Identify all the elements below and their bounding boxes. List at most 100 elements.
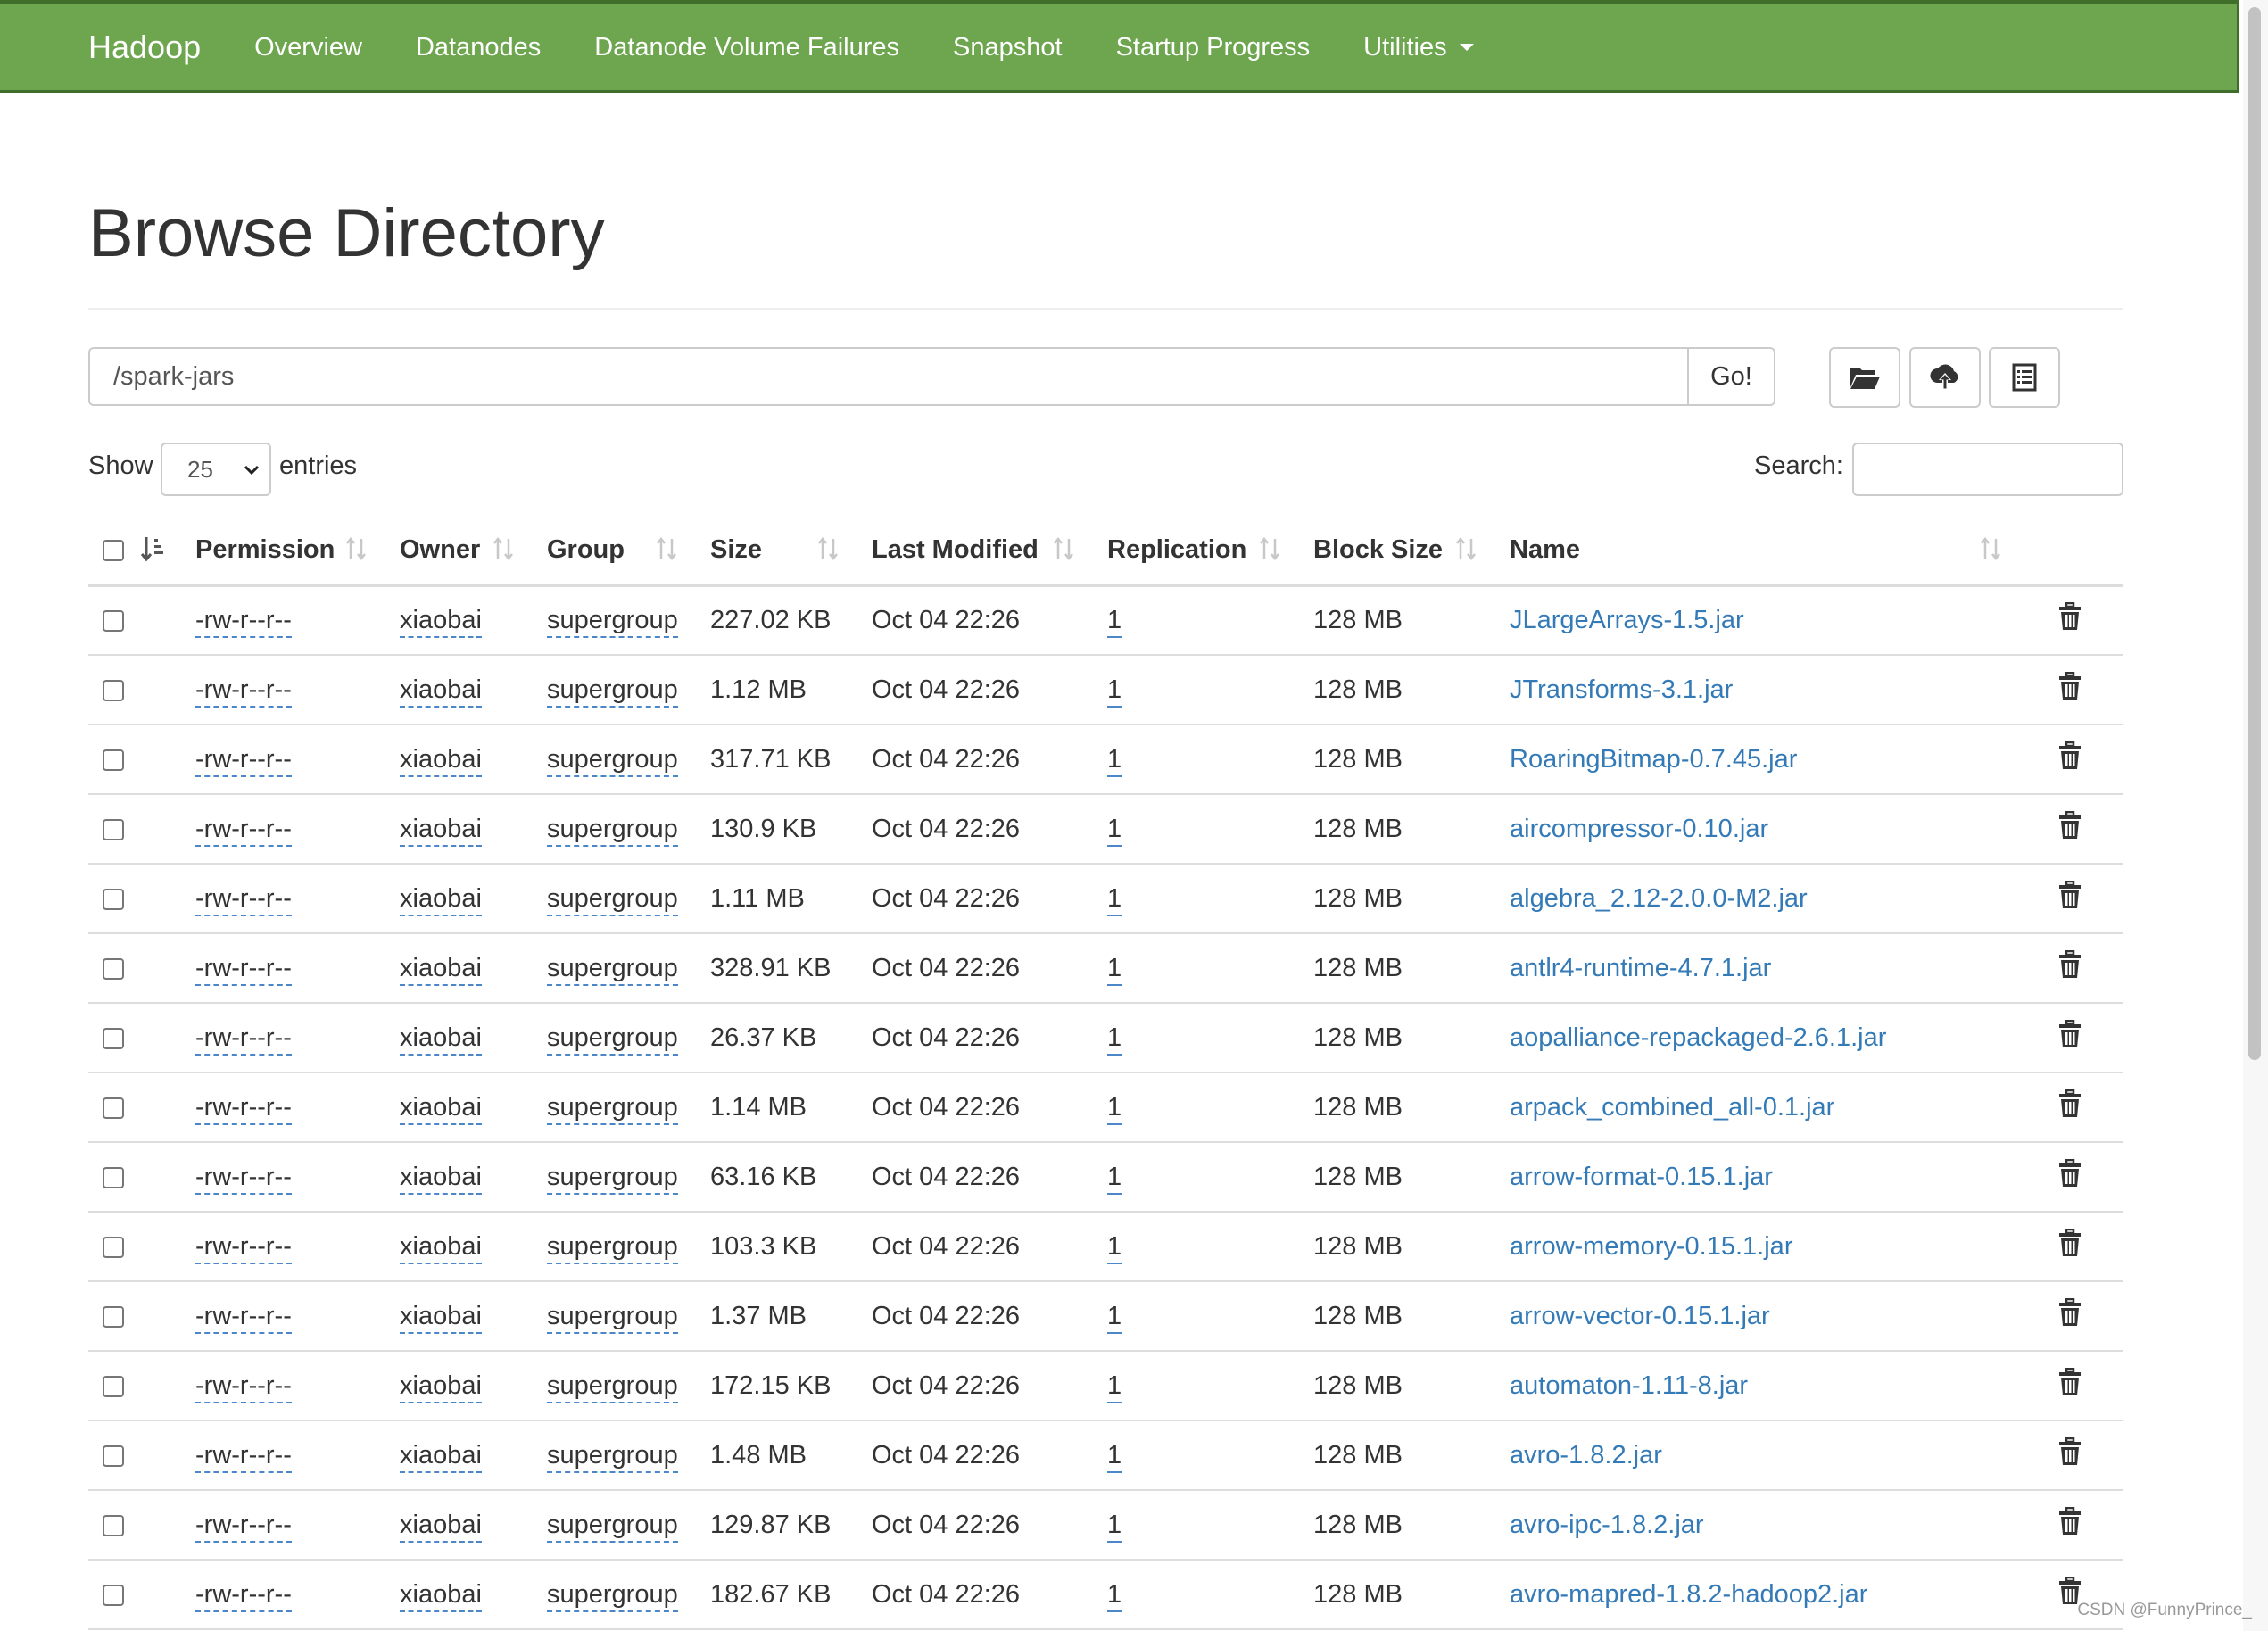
vertical-scrollbar-thumb[interactable] [2248,7,2261,1060]
row-checkbox[interactable] [103,1305,124,1328]
replication-link[interactable]: 1 [1107,1370,1122,1403]
row-checkbox[interactable] [103,818,124,840]
file-name-link[interactable]: aircompressor-0.10.jar [1510,815,1768,843]
row-checkbox[interactable] [103,610,124,633]
permission-link[interactable]: -rw-r--r-- [195,675,292,708]
trash-icon[interactable] [2057,1297,2082,1333]
trash-icon[interactable] [2057,1089,2082,1124]
group-link[interactable]: supergroup [547,675,678,708]
permission-link[interactable]: -rw-r--r-- [195,1370,292,1403]
group-link[interactable]: supergroup [547,1579,678,1612]
replication-link[interactable]: 1 [1107,1301,1122,1334]
column-header-block-size[interactable]: Block Size [1295,516,1492,587]
trash-icon[interactable] [2057,1019,2082,1055]
row-checkbox[interactable] [103,679,124,701]
permission-link[interactable]: -rw-r--r-- [195,1579,292,1612]
replication-link[interactable]: 1 [1107,1231,1122,1264]
group-link[interactable]: supergroup [547,605,678,638]
row-checkbox[interactable] [103,1584,124,1606]
group-link[interactable]: supergroup [547,1301,678,1334]
replication-link[interactable]: 1 [1107,1579,1122,1612]
permission-link[interactable]: -rw-r--r-- [195,883,292,916]
owner-link[interactable]: xiaobai [400,814,482,847]
row-checkbox[interactable] [103,1166,124,1188]
replication-link[interactable]: 1 [1107,953,1122,986]
permission-link[interactable]: -rw-r--r-- [195,1092,292,1125]
owner-link[interactable]: xiaobai [400,953,482,986]
trash-icon[interactable] [2057,810,2082,846]
file-name-link[interactable]: JLargeArrays-1.5.jar [1510,606,1744,634]
group-link[interactable]: supergroup [547,1231,678,1264]
owner-link[interactable]: xiaobai [400,1370,482,1403]
trash-icon[interactable] [2057,880,2082,915]
replication-link[interactable]: 1 [1107,605,1122,638]
create-directory-button[interactable] [1829,347,1900,408]
file-name-link[interactable]: JTransforms-3.1.jar [1510,675,1733,704]
go-button[interactable]: Go! [1687,347,1775,406]
owner-link[interactable]: xiaobai [400,1579,482,1612]
row-checkbox[interactable] [103,957,124,980]
file-name-link[interactable]: automaton-1.11-8.jar [1510,1371,1748,1400]
file-name-link[interactable]: arrow-format-0.15.1.jar [1510,1163,1773,1191]
replication-link[interactable]: 1 [1107,1440,1122,1473]
column-header-owner[interactable]: Owner [382,516,529,587]
brand-link[interactable]: Hadoop [88,29,201,66]
permission-link[interactable]: -rw-r--r-- [195,605,292,638]
group-link[interactable]: supergroup [547,1510,678,1543]
replication-link[interactable]: 1 [1107,675,1122,708]
owner-link[interactable]: xiaobai [400,883,482,916]
file-name-link[interactable]: avro-1.8.2.jar [1510,1441,1662,1470]
group-link[interactable]: supergroup [547,953,678,986]
permission-link[interactable]: -rw-r--r-- [195,1301,292,1334]
replication-link[interactable]: 1 [1107,883,1122,916]
owner-link[interactable]: xiaobai [400,675,482,708]
file-name-link[interactable]: avro-mapred-1.8.2-hadoop2.jar [1510,1580,1867,1609]
column-header-last-modified[interactable]: Last Modified [854,516,1089,587]
row-checkbox[interactable] [103,1027,124,1049]
nav-snapshot[interactable]: Snapshot [953,33,1063,62]
owner-link[interactable]: xiaobai [400,1510,482,1543]
nav-utilities-dropdown[interactable]: Utilities [1363,33,1474,62]
column-header-group[interactable]: Group [529,516,692,587]
owner-link[interactable]: xiaobai [400,1022,482,1056]
nav-startup-progress[interactable]: Startup Progress [1116,33,1311,62]
group-link[interactable]: supergroup [547,744,678,777]
nav-datanode-volume-failures[interactable]: Datanode Volume Failures [594,33,899,62]
permission-link[interactable]: -rw-r--r-- [195,953,292,986]
owner-link[interactable]: xiaobai [400,1092,482,1125]
group-link[interactable]: supergroup [547,1092,678,1125]
permission-link[interactable]: -rw-r--r-- [195,1510,292,1543]
trash-icon[interactable] [2057,949,2082,985]
directory-path-input[interactable]: /spark-jars [88,347,1690,406]
group-link[interactable]: supergroup [547,1162,678,1195]
column-header-name[interactable]: Name [1492,516,2016,587]
sort-ascending-icon[interactable] [140,535,167,564]
trash-icon[interactable] [2057,741,2082,776]
entries-per-page-select[interactable]: 25 [161,443,271,496]
group-link[interactable]: supergroup [547,1370,678,1403]
group-link[interactable]: supergroup [547,1440,678,1473]
row-checkbox[interactable] [103,1445,124,1467]
replication-link[interactable]: 1 [1107,1092,1122,1125]
owner-link[interactable]: xiaobai [400,1231,482,1264]
group-link[interactable]: supergroup [547,883,678,916]
trash-icon[interactable] [2057,1436,2082,1472]
replication-link[interactable]: 1 [1107,1022,1122,1056]
file-name-link[interactable]: arrow-vector-0.15.1.jar [1510,1302,1770,1330]
replication-link[interactable]: 1 [1107,744,1122,777]
trash-icon[interactable] [2057,1367,2082,1403]
row-checkbox[interactable] [103,1375,124,1397]
group-link[interactable]: supergroup [547,1022,678,1056]
owner-link[interactable]: xiaobai [400,605,482,638]
row-checkbox[interactable] [103,1514,124,1536]
owner-link[interactable]: xiaobai [400,1301,482,1334]
file-name-link[interactable]: antlr4-runtime-4.7.1.jar [1510,954,1771,982]
trash-icon[interactable] [2057,602,2082,637]
search-input[interactable] [1852,443,2123,496]
file-name-link[interactable]: RoaringBitmap-0.7.45.jar [1510,745,1797,774]
select-all-checkbox[interactable] [103,540,124,562]
file-name-link[interactable]: arrow-memory-0.15.1.jar [1510,1232,1792,1261]
permission-link[interactable]: -rw-r--r-- [195,1162,292,1195]
file-name-link[interactable]: avro-ipc-1.8.2.jar [1510,1511,1704,1539]
file-name-link[interactable]: algebra_2.12-2.0.0-M2.jar [1510,884,1808,913]
